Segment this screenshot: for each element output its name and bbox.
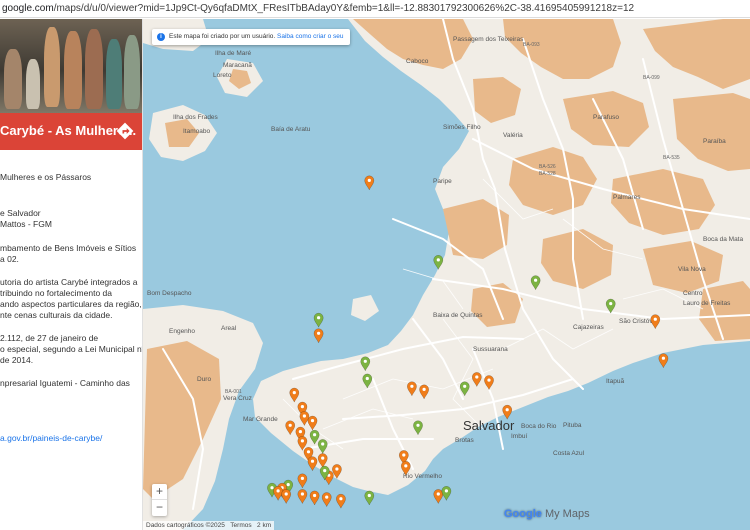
place-label: BA-528 [539,171,556,177]
feature-title-bar: Carybé - As Mulhere... [0,113,142,150]
place-label: Parafuso [593,114,619,121]
scale-label: 2 km [257,522,272,529]
place-label: Palmares [613,194,641,201]
place-label: Vila Nova [678,266,706,273]
place-label: Rio Vermelho [403,473,442,480]
place-label: Cajazeiras [573,324,604,331]
place-label: Ilha dos Frades [173,114,219,121]
place-label: Areal [221,325,237,332]
place-label: BA-535 [663,155,680,161]
place-label: Centro [683,290,703,297]
place-label: Salvador [463,418,515,433]
url-host: google.com [2,3,54,14]
google-my-maps-logo: Google My Maps [504,508,590,520]
description-line: tribuindo no fortalecimento da [0,288,112,298]
place-label: Paraíba [703,138,726,145]
source-link[interactable]: a.gov.br/paineis-de-carybe/ [0,433,102,444]
place-label: Bom Despacho [147,290,192,297]
place-label: Mar Grande [243,416,278,423]
url-path: /maps/d/u/0/viewer?mid=1Jp9Ct-Qy6qfaDMtX… [53,3,635,14]
address-bar[interactable]: google.com/maps/d/u/0/viewer?mid=1Jp9Ct-… [0,0,750,18]
sidebar-panel: Carybé - As Mulhere... Mulheres e os Pás… [0,19,143,530]
place-label: São Cristóv [619,318,653,325]
map-footer: Dados cartográficos ©2025 Termos 2 km [143,521,275,530]
place-label: Paripe [433,178,452,185]
description-line: o especial, segundo a Lei Municipal nº [0,344,143,354]
description-line: utoria do artista Carybé integrados a [0,277,138,287]
place-label: BA-526 [539,164,556,170]
place-label: Loreto [213,72,232,79]
zoom-out-button[interactable]: − [152,500,167,516]
place-label: Costa Azul [553,450,585,457]
map-canvas[interactable]: Passagem dos Teixeiras Maracanã Caboco BA-0… [143,19,750,530]
description-line: Mulheres e os Pássaros [0,172,92,182]
place-label: Sussuarana [473,346,508,353]
place-label: Imbuí [511,433,527,440]
my-maps-text: My Maps [544,508,590,520]
place-label: Simões Filho [443,124,481,131]
description-line: 2.112, de 27 de janeiro de [0,333,99,343]
notice-text: Este mapa foi criado por um usuário. [169,33,276,40]
description-line: mbamento de Bens Imóveis e Sítios [0,243,137,253]
place-label: Vera Cruz [223,395,252,402]
place-label: Valéria [503,132,523,139]
place-label: Baía de Aratu [271,126,311,133]
place-label: Boca do Rio [521,423,557,430]
zoom-in-button[interactable]: + [152,484,167,500]
google-logo-text: Google [504,508,542,520]
place-label: Duro [197,376,211,383]
description-line: nte cenas culturais da cidade. [0,310,113,320]
description-line: de 2014. [0,355,34,365]
place-label: Maracanã [223,62,252,69]
place-label: Caboco [406,58,429,65]
terms-link[interactable]: Termos [230,522,251,529]
place-label: Itamoabo [183,128,210,135]
place-label: Pituba [563,422,582,429]
description-line: a 02. [0,254,19,264]
place-label: BA-001 [225,389,242,395]
feature-photo[interactable] [0,19,142,113]
place-label: Brotas [455,437,475,444]
description-line: ando aspectos particulares da região, [0,299,142,309]
map-base: Passagem dos Teixeiras Maracanã Caboco BA-0… [143,19,750,530]
place-label: Engenho [169,328,195,335]
user-map-notice: i Este mapa foi criado por um usuário. S… [152,29,350,45]
description-line: npresarial Iguatemi - Caminho das [0,378,130,388]
place-label: Ilha de Maré [215,50,252,57]
info-icon: i [157,33,165,41]
place-label: Passagem dos Teixeiras [453,36,524,43]
place-label: BA-093 [523,42,540,48]
place-label: Lauro de Freitas [683,300,731,307]
directions-icon[interactable] [115,121,135,141]
zoom-controls: + − [152,484,167,516]
notice-learn-link[interactable]: Saiba como criar o seu [277,33,343,40]
description-line: Mattos - FGM [0,219,52,229]
description-line: e Salvador [0,208,41,218]
place-label: Baixa de Quintas [433,312,483,319]
place-label: Itapuã [606,378,624,385]
map-attribution: Dados cartográficos ©2025 [146,522,225,529]
place-label: BA-099 [643,75,660,81]
place-label: Boca da Mata [703,236,743,243]
